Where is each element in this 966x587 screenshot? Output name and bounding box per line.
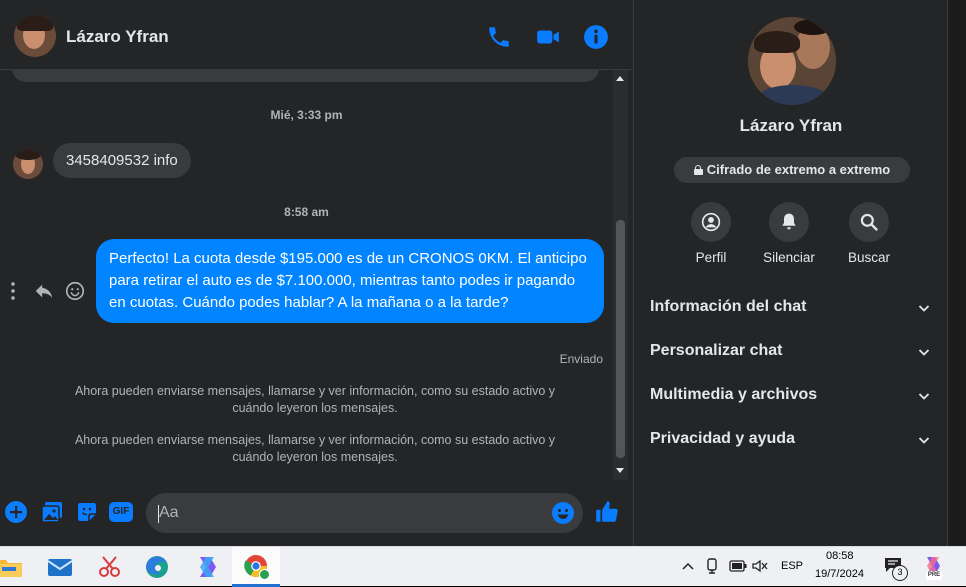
chevron-down-icon bbox=[918, 437, 930, 444]
section-chat-info[interactable]: Información del chat bbox=[650, 298, 934, 322]
contact-info-panel: Lázaro Yfran Cifrado de extremo a extrem… bbox=[633, 0, 947, 546]
messenger-window: Lázaro Yfran Mié, 3:33 pm 3458409532 inf… bbox=[0, 0, 966, 546]
section-label: Información del chat bbox=[650, 298, 807, 315]
like-thumb-icon[interactable] bbox=[594, 499, 620, 525]
plus-icon[interactable] bbox=[4, 500, 28, 524]
battery-icon[interactable] bbox=[729, 560, 747, 572]
mute-label: Silenciar bbox=[763, 250, 815, 265]
message-scrollbar[interactable] bbox=[613, 70, 628, 480]
chevron-down-icon bbox=[918, 393, 930, 400]
composer-bar: GIF bbox=[0, 486, 632, 542]
encryption-label: Cifrado de extremo a extremo bbox=[706, 162, 891, 177]
chevron-down-icon bbox=[918, 305, 930, 312]
text-caret bbox=[158, 505, 159, 523]
section-media-files[interactable]: Multimedia y archivos bbox=[650, 386, 934, 410]
contact-profile-photo[interactable] bbox=[748, 17, 836, 105]
windows-taskbar: ESP 08:58 19/7/2024 3 PRE bbox=[0, 546, 966, 587]
video-icon[interactable] bbox=[535, 24, 561, 50]
clock-date[interactable]: 19/7/2024 bbox=[815, 568, 864, 580]
taskbar-item-chrome[interactable] bbox=[232, 547, 280, 587]
edge-browser-icon[interactable] bbox=[142, 553, 172, 581]
section-label: Multimedia y archivos bbox=[650, 386, 818, 403]
system-notice: Ahora pueden enviarse mensajes, llamarse… bbox=[74, 384, 556, 415]
previous-message-bubble bbox=[12, 70, 599, 82]
lock-icon bbox=[693, 165, 703, 175]
emoji-icon[interactable] bbox=[551, 501, 575, 525]
section-label: Privacidad y ayuda bbox=[650, 430, 795, 447]
clock-time[interactable]: 08:58 bbox=[826, 550, 854, 562]
gallery-icon[interactable] bbox=[40, 500, 64, 524]
bell-icon bbox=[782, 213, 796, 230]
contact-avatar[interactable] bbox=[14, 15, 56, 57]
chevron-down-icon bbox=[918, 349, 930, 356]
scroll-down-arrow[interactable] bbox=[616, 468, 624, 473]
message-list[interactable]: Mié, 3:33 pm 3458409532 info 8:58 am Per… bbox=[0, 70, 613, 480]
search-icon bbox=[860, 213, 878, 231]
delivery-status: Enviado bbox=[559, 352, 603, 366]
profile-action[interactable]: Perfil bbox=[671, 202, 751, 265]
phone-icon[interactable] bbox=[486, 24, 512, 50]
incoming-message[interactable]: 3458409532 info bbox=[53, 143, 191, 178]
encryption-badge[interactable]: Cifrado de extremo a extremo bbox=[674, 157, 910, 183]
profile-label: Perfil bbox=[695, 250, 727, 265]
gif-button[interactable]: GIF bbox=[109, 502, 133, 522]
reply-icon[interactable] bbox=[33, 280, 55, 302]
volume-muted-icon[interactable] bbox=[752, 559, 768, 573]
outgoing-message[interactable]: Perfecto! La cuota desde $195.000 es de … bbox=[96, 239, 604, 323]
scroll-up-arrow[interactable] bbox=[616, 76, 624, 81]
mute-action[interactable]: Silenciar bbox=[749, 202, 829, 265]
chat-header: Lázaro Yfran bbox=[0, 2, 632, 70]
message-input[interactable] bbox=[146, 493, 583, 533]
search-label: Buscar bbox=[847, 250, 891, 265]
section-privacy-help[interactable]: Privacidad y ayuda bbox=[650, 430, 934, 454]
snipping-tool-icon[interactable] bbox=[95, 553, 125, 581]
preview-badge: PRE bbox=[926, 571, 942, 580]
search-action[interactable]: Buscar bbox=[829, 202, 909, 265]
section-label: Personalizar chat bbox=[650, 342, 783, 359]
section-customize-chat[interactable]: Personalizar chat bbox=[650, 342, 934, 366]
mail-icon[interactable] bbox=[45, 553, 75, 581]
chevron-up-icon[interactable] bbox=[682, 561, 694, 571]
contact-name[interactable]: Lázaro Yfran bbox=[66, 27, 169, 47]
language-indicator[interactable]: ESP bbox=[781, 560, 803, 572]
meeting-icon[interactable] bbox=[705, 558, 719, 574]
info-icon[interactable] bbox=[583, 24, 609, 50]
chat-panel: Lázaro Yfran Mié, 3:33 pm 3458409532 inf… bbox=[0, 0, 632, 546]
notification-count-badge: 3 bbox=[892, 565, 908, 581]
file-explorer-icon[interactable] bbox=[0, 553, 24, 581]
window-edge bbox=[947, 0, 966, 546]
sender-avatar[interactable] bbox=[13, 149, 43, 179]
react-emoji-icon[interactable] bbox=[64, 280, 86, 302]
sticker-icon[interactable] bbox=[75, 500, 99, 524]
copilot-app-icon[interactable] bbox=[192, 553, 222, 581]
scrollbar-thumb[interactable] bbox=[616, 220, 625, 458]
timestamp: 8:58 am bbox=[284, 205, 329, 219]
system-notice: Ahora pueden enviarse mensajes, llamarse… bbox=[74, 433, 556, 464]
more-options-icon[interactable] bbox=[6, 280, 20, 302]
timestamp: Mié, 3:33 pm bbox=[270, 108, 343, 122]
chrome-icon bbox=[244, 555, 270, 580]
profile-icon bbox=[701, 212, 721, 232]
panel-contact-name: Lázaro Yfran bbox=[739, 116, 843, 135]
